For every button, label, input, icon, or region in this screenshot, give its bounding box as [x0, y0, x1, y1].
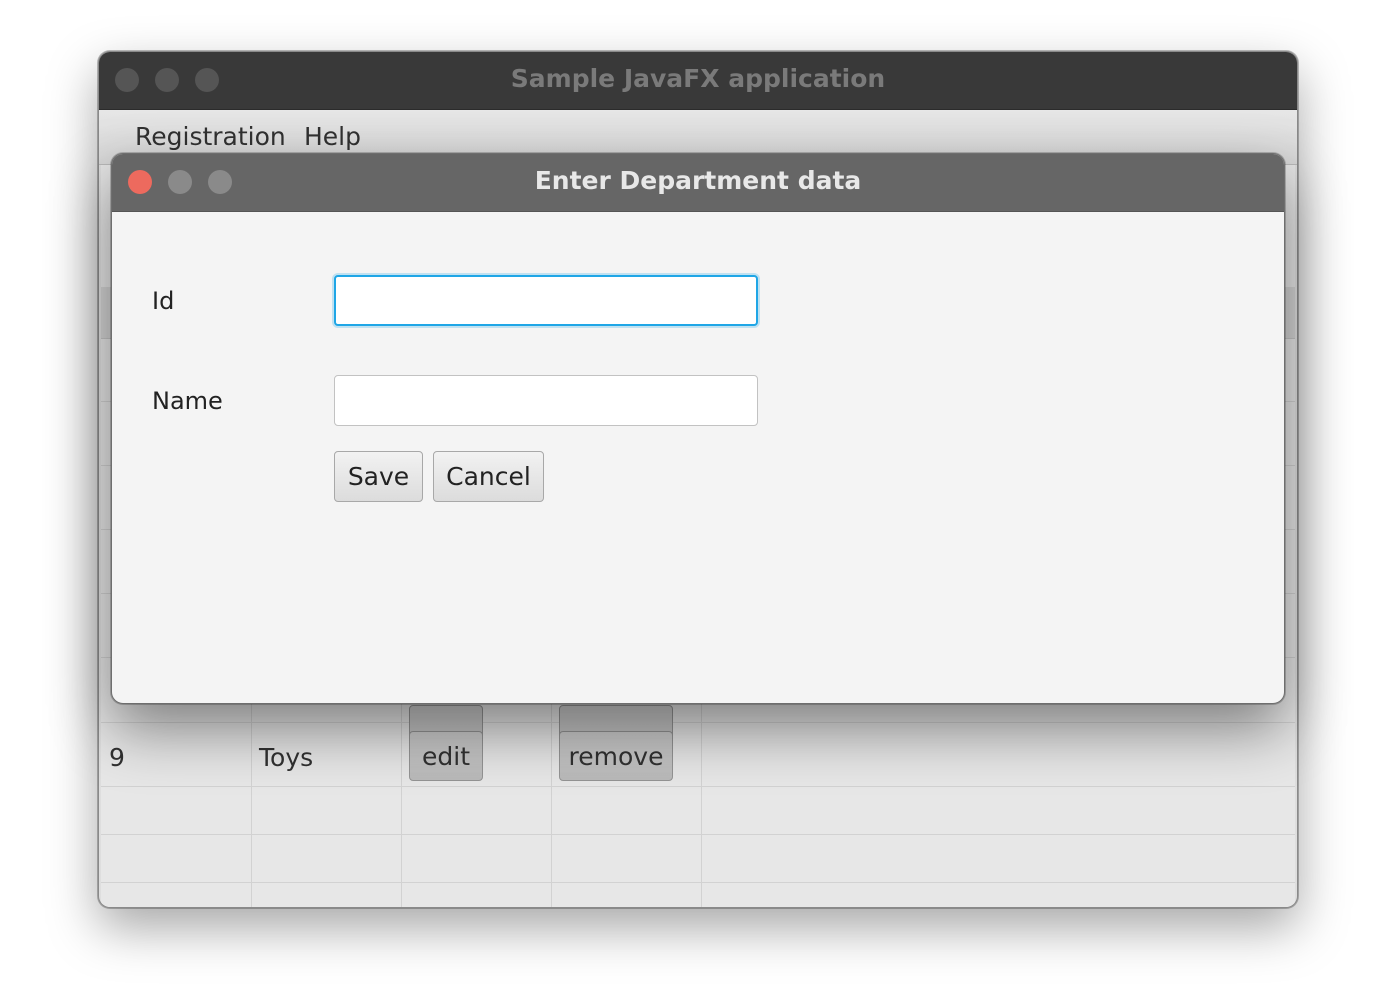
name-label: Name — [152, 387, 223, 415]
name-field[interactable] — [334, 375, 758, 426]
department-dialog: Enter Department data Id Name Save Cance… — [111, 153, 1285, 704]
id-label: Id — [152, 287, 175, 315]
id-field[interactable] — [334, 275, 758, 326]
dialog-titlebar: Enter Department data — [112, 154, 1284, 212]
cancel-button[interactable]: Cancel — [433, 451, 544, 502]
save-button[interactable]: Save — [334, 451, 423, 502]
dialog-title: Enter Department data — [534, 166, 862, 195]
